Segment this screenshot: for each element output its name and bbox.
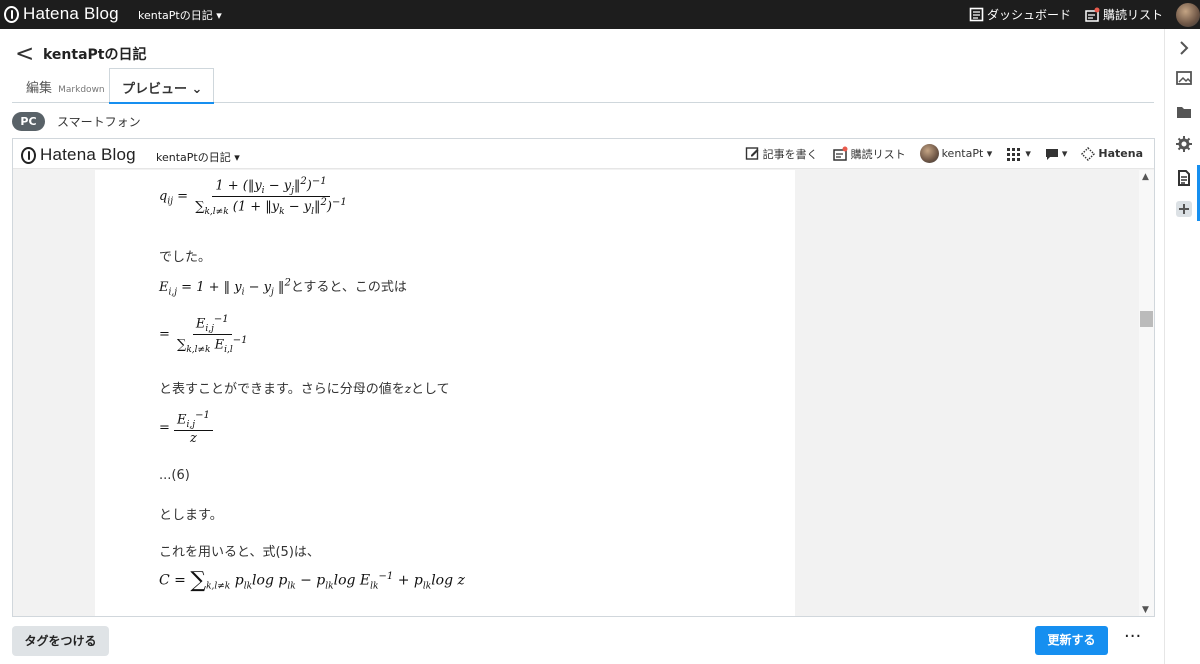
- apps-menu[interactable]: ▾: [1006, 147, 1031, 161]
- paragraph-equation-five: これを用いると、式(5)は、: [159, 545, 320, 560]
- update-button[interactable]: 更新する: [1035, 626, 1108, 655]
- reading-list-icon: [1085, 7, 1100, 22]
- blog-switcher[interactable]: kentaPtの日記 ▾: [138, 7, 222, 23]
- dashboard-link[interactable]: ダッシュボード: [969, 6, 1071, 23]
- e-z-ratio-formula: = Ei,j−1 z: [159, 410, 213, 446]
- edit-mode-label: Markdown: [58, 85, 105, 95]
- article-body: qij = 1 + (‖yi − yj‖2)−1 ∑k,l≠k (1 + ‖yk …: [95, 170, 795, 616]
- scroll-down-icon[interactable]: ▼: [1142, 605, 1149, 615]
- device-toggle: PC スマートフォン: [12, 111, 141, 131]
- preview-blog-menu[interactable]: kentaPtの日記 ▾: [156, 149, 240, 165]
- editor-tabs: 編集 Markdown プレビュー ⌄: [12, 68, 1154, 104]
- comment-chevron-icon: ▾: [1061, 147, 1068, 160]
- edit-tab-label: 編集: [26, 81, 53, 96]
- apps-grid-icon: [1007, 147, 1021, 161]
- paragraph-shimasu: とします。: [159, 508, 223, 523]
- reading-list-icon: [832, 146, 848, 161]
- preview-reading-list-label: 購読リスト: [850, 147, 906, 161]
- preview-tab[interactable]: プレビュー ⌄: [109, 68, 214, 104]
- edit-tab[interactable]: 編集 Markdown: [26, 77, 105, 96]
- scrollbar-thumb[interactable]: [1140, 311, 1153, 327]
- folder-icon[interactable]: [1175, 103, 1193, 121]
- user-avatar[interactable]: [1176, 2, 1200, 27]
- preview-hatena-blog-logo[interactable]: Hatena Blog: [21, 145, 136, 165]
- scroll-up-icon[interactable]: ▲: [1142, 172, 1149, 182]
- editor-header: < kentaPtの日記: [15, 41, 147, 67]
- more-options-button[interactable]: ···: [1124, 626, 1141, 647]
- hatena-link[interactable]: Hatena: [1081, 146, 1143, 161]
- preview-reading-list-link[interactable]: 購読リスト: [832, 146, 906, 162]
- e-ij-inline-formula: Ei,j = 1 + ‖ yi − yj ‖2: [159, 277, 291, 298]
- paragraph-denominator: と表すことができます。さらに分母の値をzとして: [159, 382, 450, 397]
- paragraph-deshita: でした。: [159, 250, 212, 265]
- dashboard-label: ダッシュボード: [986, 8, 1071, 22]
- preview-brand-name: Hatena Blog: [40, 145, 136, 164]
- notifications-menu[interactable]: ▾: [1045, 147, 1068, 161]
- account-actions: ダッシュボード 購読リスト: [969, 2, 1200, 27]
- preview-sidebar: [795, 170, 1140, 616]
- q-ij-denominator: ∑k,l≠k (1 + ‖yk − yl‖2)−1: [195, 196, 347, 217]
- editor-side-rail: [1164, 29, 1200, 664]
- add-tag-button[interactable]: タグをつける: [12, 626, 109, 656]
- brand-name: Hatena Blog: [23, 4, 119, 23]
- blog-title: kentaPtの日記: [43, 46, 147, 63]
- paragraph-e-ij: Ei,j = 1 + ‖ yi − yj ‖2とすると、この式は: [159, 277, 407, 298]
- photo-icon[interactable]: [1175, 69, 1193, 87]
- e-ratio-formula: = Ei,j−1 ∑k,l≠k Ei,l−1: [159, 314, 248, 355]
- add-icon[interactable]: [1175, 200, 1193, 218]
- user-menu[interactable]: kentaPt ▾: [919, 144, 993, 163]
- reading-list-label: 購読リスト: [1102, 8, 1163, 22]
- hatena-logo-icon: [4, 5, 19, 23]
- write-article-link[interactable]: 記事を書く: [745, 146, 818, 162]
- username-label: kentaPt ▾: [941, 147, 993, 160]
- cost-function-formula: C = ∑k,l≠k plklog plk − plklog Elk−1 + p…: [159, 568, 465, 593]
- collapse-chevron-icon[interactable]: [1175, 39, 1193, 57]
- write-article-label: 記事を書く: [762, 147, 818, 161]
- document-icon[interactable]: [1175, 169, 1193, 187]
- edit-pencil-icon: [745, 147, 759, 160]
- hatena-label: Hatena: [1098, 147, 1143, 160]
- equation-number: ...(6): [159, 468, 190, 483]
- preview-scrollbar[interactable]: ▲ ▼: [1139, 170, 1154, 616]
- reading-list-link[interactable]: 購読リスト: [1084, 6, 1163, 23]
- article-preview-frame: Hatena Blog kentaPtの日記 ▾ 記事を書く 購読リスト ken…: [12, 138, 1155, 617]
- chevron-down-icon: ⌄: [191, 82, 203, 97]
- pc-device-button[interactable]: PC: [12, 111, 45, 131]
- preview-header-actions: 記事を書く 購読リスト kentaPt ▾ ▾ ▾ Hatena: [731, 144, 1143, 163]
- hatena-logo-icon: [21, 146, 36, 164]
- settings-gear-icon[interactable]: [1175, 135, 1193, 153]
- apps-chevron-icon: ▾: [1025, 147, 1031, 160]
- q-ij-numerator: 1 + (‖yi − yj‖2)−1: [212, 176, 330, 197]
- user-avatar: [919, 144, 939, 163]
- hatena-diamond-icon: [1081, 146, 1096, 161]
- top-navigation: Hatena Blog kentaPtの日記 ▾ ダッシュボード 購読リスト: [0, 0, 1200, 29]
- comment-icon: [1045, 148, 1058, 160]
- dashboard-icon: [969, 7, 984, 22]
- smartphone-device-button[interactable]: スマートフォン: [57, 113, 141, 130]
- back-button[interactable]: <: [15, 41, 43, 67]
- q-ij-formula: qij = 1 + (‖yi − yj‖2)−1 ∑k,l≠k (1 + ‖yk …: [159, 176, 350, 217]
- preview-header: Hatena Blog kentaPtの日記 ▾ 記事を書く 購読リスト ken…: [13, 139, 1154, 169]
- hatena-blog-logo[interactable]: Hatena Blog: [4, 4, 119, 24]
- editor-footer: タグをつける 更新する ···: [0, 618, 1164, 664]
- preview-tab-label: プレビュー: [122, 82, 188, 97]
